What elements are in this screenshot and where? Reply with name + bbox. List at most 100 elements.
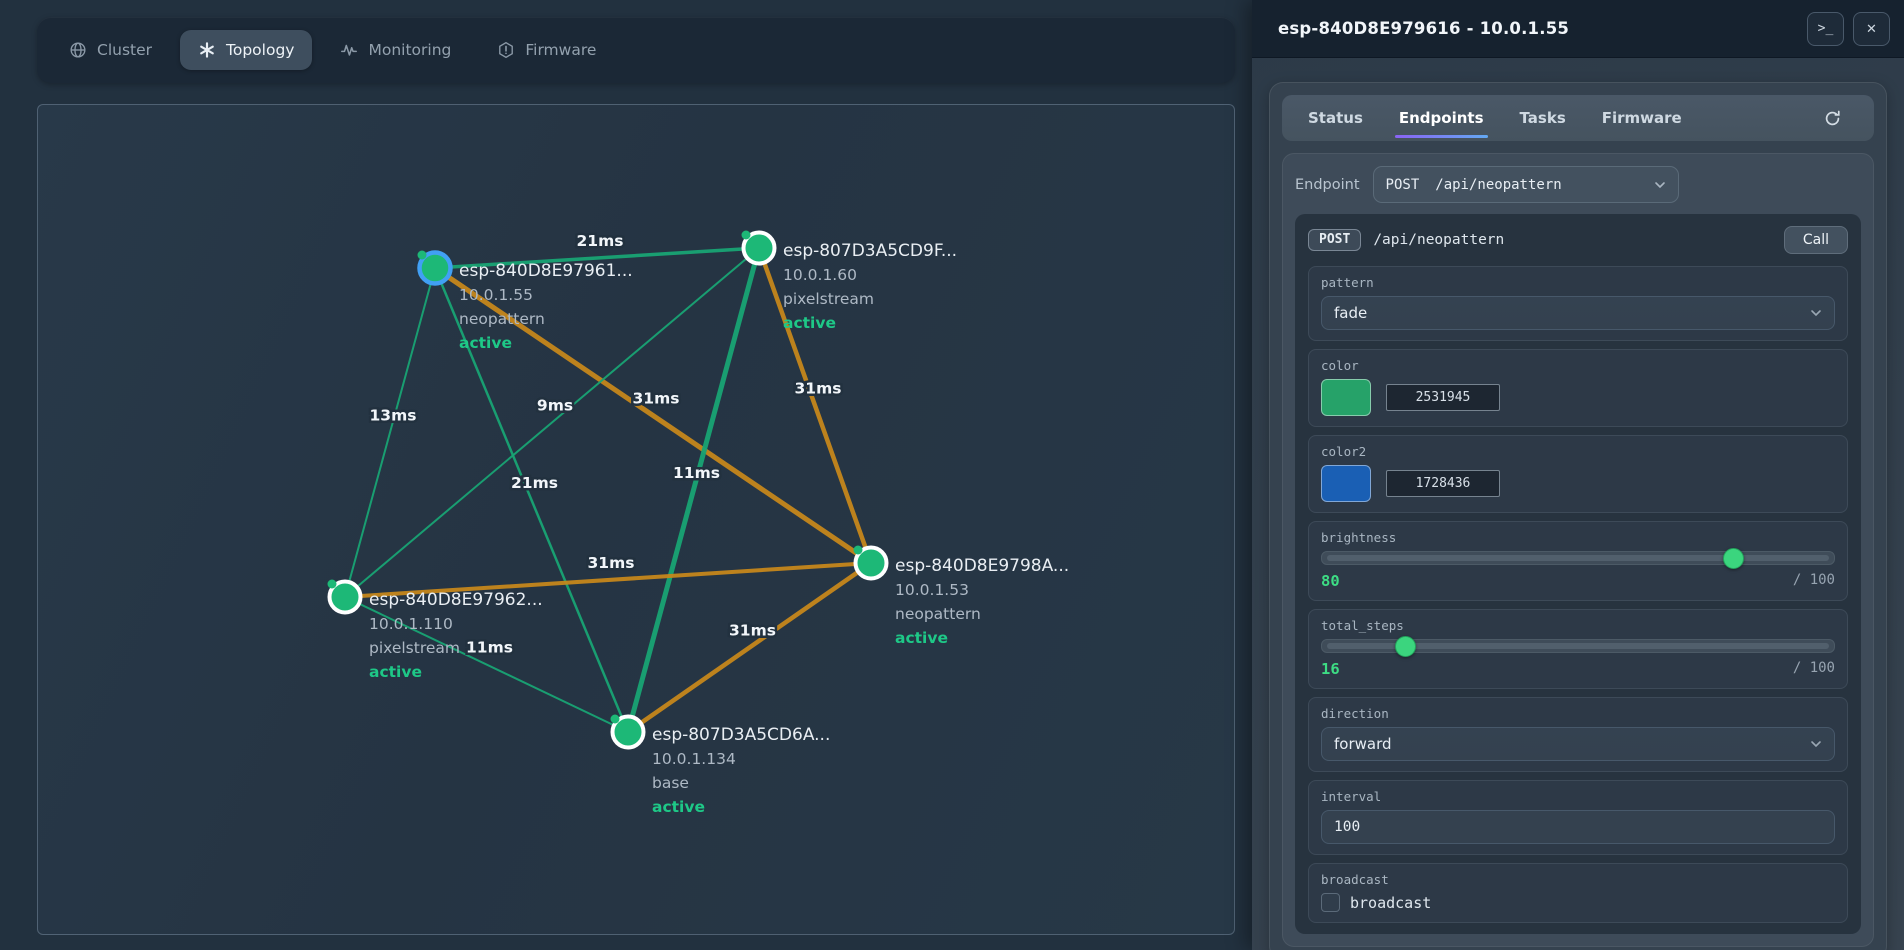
panel-tab-label: Firmware <box>1602 109 1682 127</box>
nav-tab-cluster[interactable]: Cluster <box>51 30 170 70</box>
selected-value: forward <box>1334 735 1392 753</box>
device-panel: esp-840D8E979616 - 10.0.1.55 >_ ✕ Status… <box>1252 0 1904 950</box>
method-badge: POST <box>1308 229 1361 251</box>
active-tab-underline <box>1395 135 1488 139</box>
graph-node-10.0.1.134[interactable]: esp-807D3A5CD6A...10.0.1.134baseactive <box>611 715 831 817</box>
panel-tabs-inner: Status Endpoints Tasks Firmware <box>1308 95 1682 141</box>
edge-latency-label: 13ms <box>370 407 417 425</box>
endpoint-label: Endpoint <box>1295 177 1360 193</box>
activity-icon <box>340 41 358 59</box>
svg-text:neopattern: neopattern <box>895 605 981 623</box>
form-path: /api/neopattern <box>1373 232 1504 248</box>
edge-latency-label: 9ms <box>537 397 573 415</box>
field-broadcast: broadcast broadcast <box>1308 863 1848 923</box>
edge-n2-n5 <box>628 248 759 732</box>
nav-tab-topology[interactable]: Topology <box>180 30 312 70</box>
graph-node-10.0.1.110[interactable]: esp-840D8E97962...10.0.1.110pixelstreama… <box>328 580 543 682</box>
pattern-select[interactable]: fade <box>1321 296 1835 330</box>
svg-text:active: active <box>459 334 512 352</box>
slider-track <box>1327 555 1829 561</box>
svg-text:active: active <box>652 798 705 816</box>
terminal-icon[interactable]: >_ <box>1807 12 1844 46</box>
chevron-down-icon <box>1654 181 1666 189</box>
nav-tab-label: Firmware <box>525 41 596 59</box>
endpoint-section: Endpoint POST /api/neopattern POST <box>1282 153 1874 947</box>
total_steps-slider-handle[interactable] <box>1395 636 1416 657</box>
selected-value: fade <box>1334 304 1367 322</box>
endpoint-method: POST <box>1386 177 1420 193</box>
refresh-icon[interactable] <box>1817 108 1848 129</box>
svg-text:active: active <box>369 663 422 681</box>
panel-tabs: Status Endpoints Tasks Firmware <box>1282 95 1874 141</box>
color2-swatch[interactable] <box>1321 465 1371 502</box>
node-status-dot <box>854 546 863 555</box>
top-nav: Cluster Topology Monitoring Firmware <box>37 17 1235 83</box>
nav-tab-monitoring[interactable]: Monitoring <box>322 30 469 70</box>
node-status-dot <box>328 580 337 589</box>
chevron-down-icon <box>1810 309 1822 317</box>
edge-latency-label: 21ms <box>511 474 558 492</box>
node-status-dot <box>611 715 620 724</box>
topology-canvas[interactable]: esp-840D8E97961... 10.0.1.55 neopattern act… <box>37 104 1235 935</box>
slider-value: 16 <box>1321 660 1340 678</box>
svg-text:esp-807D3A5CD6A...: esp-807D3A5CD6A... <box>652 725 830 745</box>
edge-latency-label: 31ms <box>729 622 776 640</box>
device-card: Status Endpoints Tasks Firmware Endpoint PO… <box>1269 82 1887 950</box>
svg-text:base: base <box>652 774 689 792</box>
panel-tab-status[interactable]: Status <box>1308 95 1363 141</box>
checkbox-label: broadcast <box>1350 894 1431 912</box>
color2-value-input[interactable]: 1728436 <box>1386 470 1500 497</box>
call-button[interactable]: Call <box>1784 226 1848 254</box>
panel-tab-tasks[interactable]: Tasks <box>1520 95 1566 141</box>
panel-body: Status Endpoints Tasks Firmware Endpoint PO… <box>1252 58 1904 950</box>
svg-text:10.0.1.60: 10.0.1.60 <box>783 266 857 284</box>
edge-latency-label: 31ms <box>795 380 842 398</box>
svg-text:active: active <box>895 629 948 647</box>
chevron-down-icon <box>1810 740 1822 748</box>
svg-text:10.0.1.55: 10.0.1.55 <box>459 286 533 304</box>
color-value-input[interactable]: 2531945 <box>1386 384 1500 411</box>
nav-tab-firmware[interactable]: Firmware <box>479 30 614 70</box>
nav-tab-label: Topology <box>226 41 294 59</box>
field-color: color 2531945 <box>1308 349 1848 427</box>
slider-value: 80 <box>1321 572 1340 590</box>
node-status-dot <box>742 231 751 240</box>
form-fields: patternfadecolor2531945color21728436brig… <box>1308 266 1848 923</box>
edge-latency-label: 11ms <box>673 464 720 482</box>
brightness-slider-handle[interactable] <box>1723 548 1744 569</box>
graph-node-10.0.1.53[interactable]: esp-840D8E9798A...10.0.1.53neopatternact… <box>854 546 1070 648</box>
field-label: broadcast <box>1321 872 1835 887</box>
direction-select[interactable]: forward <box>1321 727 1835 761</box>
panel-header-actions: >_ ✕ <box>1807 12 1890 46</box>
svg-text:pixelstream: pixelstream <box>369 639 460 657</box>
graph-node-10.0.1.60[interactable]: esp-807D3A5CD9F...10.0.1.60pixelstreamac… <box>742 231 958 333</box>
form-header: POST /api/neopattern Call <box>1308 225 1848 255</box>
edge-n1-n4 <box>345 268 435 597</box>
color-swatch[interactable] <box>1321 379 1371 416</box>
total_steps-slider[interactable] <box>1321 639 1835 653</box>
endpoint-row: Endpoint POST /api/neopattern <box>1295 166 1861 203</box>
brightness-slider[interactable] <box>1321 551 1835 565</box>
nav-tab-label: Monitoring <box>368 41 451 59</box>
edge-latency-label: 31ms <box>588 554 635 572</box>
close-icon[interactable]: ✕ <box>1853 12 1890 46</box>
globe-icon <box>69 41 87 59</box>
edge-latency-label: 11ms <box>466 639 513 657</box>
svg-text:esp-840D8E9798A...: esp-840D8E9798A... <box>895 556 1069 576</box>
field-label: color <box>1321 358 1835 373</box>
panel-tab-firmware[interactable]: Firmware <box>1602 95 1682 141</box>
interval-input[interactable]: 100 <box>1321 810 1835 844</box>
field-label: total_steps <box>1321 618 1835 633</box>
app-root: Cluster Topology Monitoring Firmware esp-84… <box>0 0 1904 950</box>
broadcast-checkbox[interactable] <box>1321 893 1340 912</box>
field-total_steps: total_steps 16 / 100 <box>1308 609 1848 689</box>
panel-tab-endpoints[interactable]: Endpoints <box>1399 95 1484 141</box>
svg-text:esp-840D8E97961...: esp-840D8E97961... <box>459 261 633 281</box>
field-direction: directionforward <box>1308 697 1848 772</box>
nav-tab-label: Cluster <box>97 41 152 59</box>
svg-text:neopattern: neopattern <box>459 310 545 328</box>
slider-max: / 100 <box>1793 572 1835 590</box>
slider-max: / 100 <box>1793 660 1835 678</box>
endpoint-select[interactable]: POST /api/neopattern <box>1373 166 1679 203</box>
device-panel-header: esp-840D8E979616 - 10.0.1.55 >_ ✕ <box>1252 0 1904 58</box>
